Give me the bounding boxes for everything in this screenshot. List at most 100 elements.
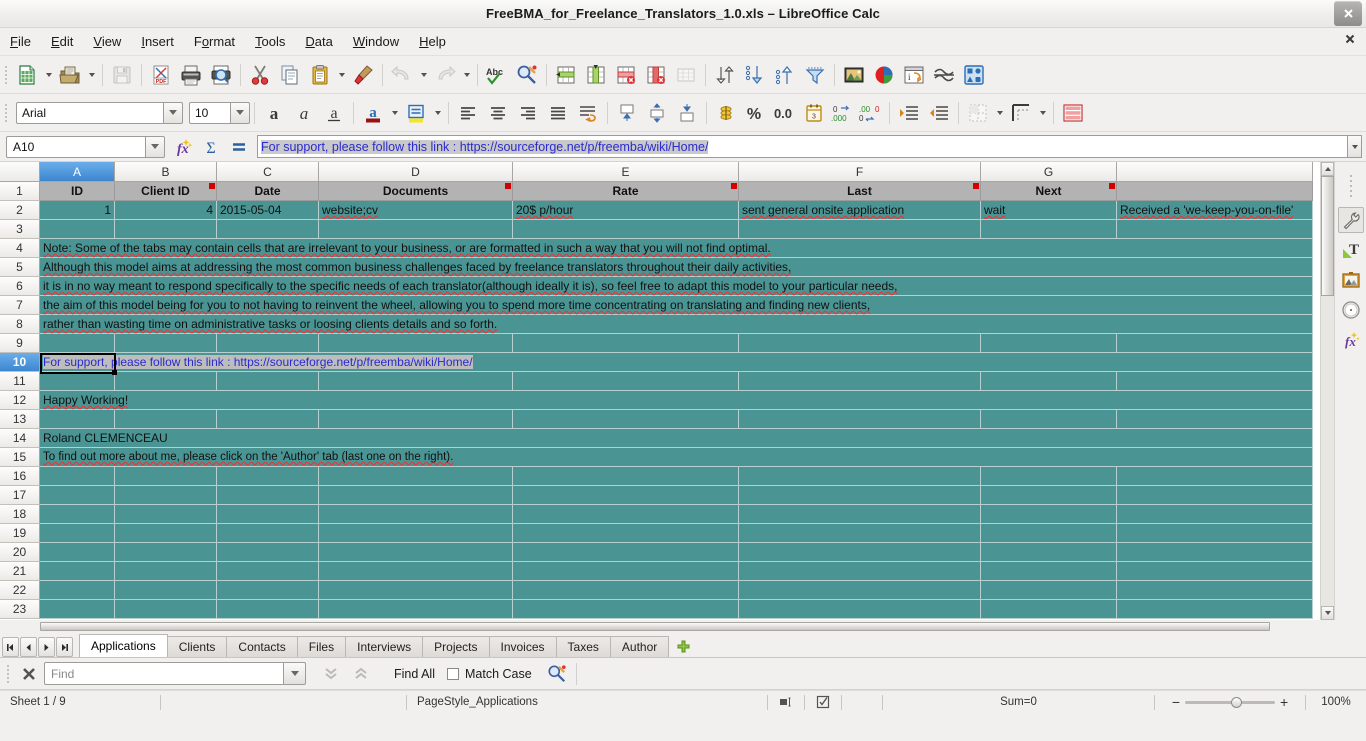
cell-c18[interactable] xyxy=(217,505,319,524)
row-header-16[interactable]: 16 xyxy=(0,467,40,486)
cell-e11[interactable] xyxy=(513,372,739,391)
formula-expand-icon[interactable] xyxy=(1348,135,1362,158)
cell-c20[interactable] xyxy=(217,543,319,562)
row-header-20[interactable]: 20 xyxy=(0,543,40,562)
sheet-tab-clients[interactable]: Clients xyxy=(166,636,228,657)
delete-row-icon[interactable] xyxy=(611,60,641,90)
cell-h23[interactable] xyxy=(1117,600,1313,619)
cell-e16[interactable] xyxy=(513,467,739,486)
row-header-8[interactable]: 8 xyxy=(0,315,40,334)
delete-column-icon[interactable] xyxy=(641,60,671,90)
menu-item-window[interactable]: Window xyxy=(343,31,409,52)
cell-a23[interactable] xyxy=(40,600,115,619)
cell-g13[interactable] xyxy=(981,410,1117,429)
cell-f3[interactable] xyxy=(739,220,981,239)
cell-a16[interactable] xyxy=(40,467,115,486)
cell-e22[interactable] xyxy=(513,581,739,600)
cell-e2[interactable]: 20$ p/hour xyxy=(513,201,739,220)
cell-g9[interactable] xyxy=(981,334,1117,353)
horizontal-scroll-thumb[interactable] xyxy=(40,621,1270,631)
cell-e18[interactable] xyxy=(513,505,739,524)
scroll-up-icon[interactable] xyxy=(1321,162,1334,176)
align-left-icon[interactable] xyxy=(453,98,483,128)
row-header-1[interactable]: 1 xyxy=(0,182,40,201)
cut-scissors-icon[interactable] xyxy=(245,60,275,90)
character-styles-icon[interactable]: T xyxy=(1338,237,1364,263)
print-preview-icon[interactable] xyxy=(206,60,236,90)
underline-icon[interactable]: a xyxy=(319,98,349,128)
align-right-icon[interactable] xyxy=(513,98,543,128)
spreadsheet-grid[interactable]: A B C D E F G 1 2 3 4 5 6 7 8 9 10 11 12 xyxy=(0,162,1320,620)
row-header-22[interactable]: 22 xyxy=(0,581,40,600)
delete-decimal-place-icon[interactable]: .00 0 0 xyxy=(857,98,885,128)
scroll-down-icon[interactable] xyxy=(1321,606,1334,620)
format-as-number-icon[interactable]: 0.0 xyxy=(767,98,799,128)
cell-a5[interactable]: Although this model aims at addressing t… xyxy=(40,258,1313,277)
print-icon[interactable] xyxy=(176,60,206,90)
font-color-icon[interactable]: a xyxy=(358,98,388,128)
menu-item-data[interactable]: Data xyxy=(295,31,342,52)
column-header-c[interactable]: C xyxy=(217,162,319,182)
cell-f19[interactable] xyxy=(739,524,981,543)
font-size-dropdown-icon[interactable] xyxy=(231,101,250,124)
cell-e23[interactable] xyxy=(513,600,739,619)
document-close-button[interactable] xyxy=(1344,32,1356,48)
insert-column-icon[interactable] xyxy=(581,60,611,90)
cell-a17[interactable] xyxy=(40,486,115,505)
show-draw-functions-icon[interactable] xyxy=(959,60,989,90)
row-header-12[interactable]: 12 xyxy=(0,391,40,410)
menu-item-edit[interactable]: Edit xyxy=(41,31,83,52)
toolbar-grip[interactable] xyxy=(2,62,10,88)
sidebar-settings-icon[interactable] xyxy=(1337,207,1364,233)
name-box-dropdown-icon[interactable] xyxy=(146,135,165,158)
autofilter-funnel-icon[interactable] xyxy=(800,60,830,90)
insert-row-icon[interactable] xyxy=(551,60,581,90)
new-document-icon[interactable] xyxy=(12,60,42,90)
zoom-slider[interactable]: − + xyxy=(1155,694,1305,710)
sheet-tab-contacts[interactable]: Contacts xyxy=(226,636,298,657)
cell-h17[interactable] xyxy=(1117,486,1313,505)
cell-a4[interactable]: Note: Some of the tabs may contain cells… xyxy=(40,239,1313,258)
find-toolbar-grip[interactable] xyxy=(4,661,12,687)
cell-a8[interactable]: rather than wasting time on administrati… xyxy=(40,315,1313,334)
cell-g1[interactable]: Next xyxy=(981,182,1117,201)
cell-a15[interactable]: To find out more about me, please click … xyxy=(40,448,1313,467)
cell-f2[interactable]: sent general onsite application xyxy=(739,201,981,220)
column-header-a[interactable]: A xyxy=(40,162,115,182)
italic-icon[interactable]: a xyxy=(289,98,319,128)
cell-f1[interactable]: Last xyxy=(739,182,981,201)
cell-b19[interactable] xyxy=(115,524,217,543)
function-wizard-icon[interactable]: fx xyxy=(169,134,197,160)
export-pdf-icon[interactable]: PDF xyxy=(146,60,176,90)
undo-icon[interactable] xyxy=(387,60,417,90)
insert-chart-icon[interactable] xyxy=(869,60,899,90)
row-header-18[interactable]: 18 xyxy=(0,505,40,524)
cell-c22[interactable] xyxy=(217,581,319,600)
row-header-7[interactable]: 7 xyxy=(0,296,40,315)
cell-d16[interactable] xyxy=(319,467,513,486)
cell-e1[interactable]: Rate xyxy=(513,182,739,201)
borders-dropdown-icon[interactable] xyxy=(993,98,1006,128)
cell-b23[interactable] xyxy=(115,600,217,619)
sheet-tab-taxes[interactable]: Taxes xyxy=(555,636,611,657)
cell-a22[interactable] xyxy=(40,581,115,600)
sort-icon[interactable] xyxy=(710,60,740,90)
cell-h3[interactable] xyxy=(1117,220,1313,239)
find-replace-icon[interactable] xyxy=(512,60,542,90)
cell-b20[interactable] xyxy=(115,543,217,562)
cell-c11[interactable] xyxy=(217,372,319,391)
find-input[interactable]: Find xyxy=(44,662,284,685)
cell-g18[interactable] xyxy=(981,505,1117,524)
cell-h19[interactable] xyxy=(1117,524,1313,543)
cell-c23[interactable] xyxy=(217,600,319,619)
cell-d21[interactable] xyxy=(319,562,513,581)
align-top-icon[interactable] xyxy=(612,98,642,128)
cell-f23[interactable] xyxy=(739,600,981,619)
cell-a12[interactable]: Happy Working! xyxy=(40,391,1313,410)
copy-icon[interactable] xyxy=(275,60,305,90)
cell-e21[interactable] xyxy=(513,562,739,581)
cell-c21[interactable] xyxy=(217,562,319,581)
cell-d3[interactable] xyxy=(319,220,513,239)
match-case-label[interactable]: Match Case xyxy=(465,667,532,681)
cell-a11[interactable] xyxy=(40,372,115,391)
